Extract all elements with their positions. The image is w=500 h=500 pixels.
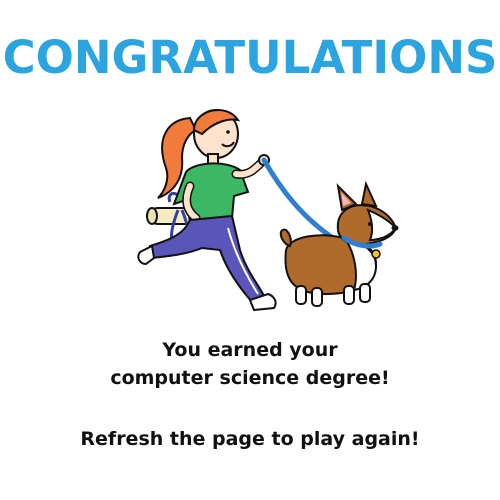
congratulations-screen: CONGRATULATIONS You earned your computer… — [0, 0, 500, 500]
replay-instruction: Refresh the page to play again! — [80, 428, 420, 450]
graduate-walking-dog-illustration — [137, 109, 399, 312]
message-line-1: You earned your — [162, 339, 338, 361]
congratulations-title: CONGRATULATIONS — [2, 31, 498, 84]
message-line-2: computer science degree! — [110, 367, 390, 389]
corgi-dog — [279, 180, 399, 307]
